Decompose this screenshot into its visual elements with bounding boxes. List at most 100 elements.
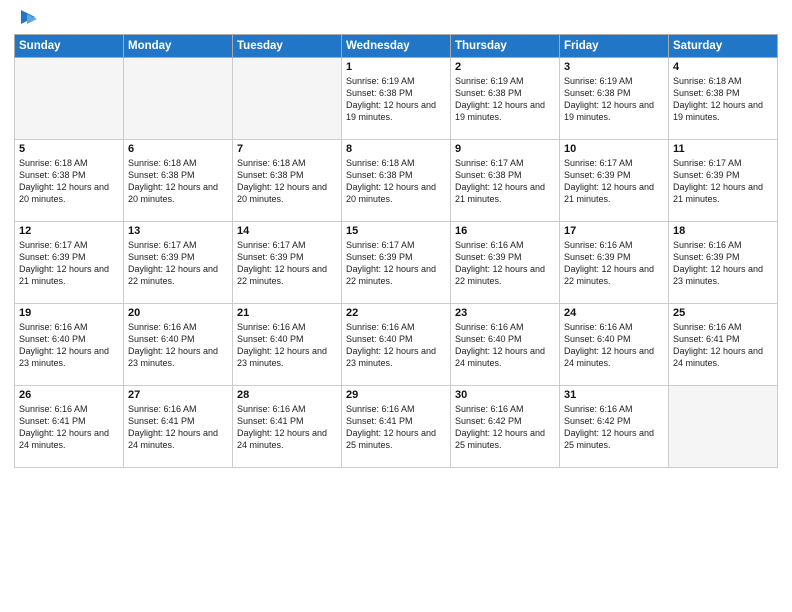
- day-info: Sunrise: 6:16 AM Sunset: 6:41 PM Dayligh…: [346, 403, 446, 452]
- day-cell: 6 Sunrise: 6:18 AM Sunset: 6:38 PM Daylig…: [124, 140, 233, 222]
- day-info: Sunrise: 6:18 AM Sunset: 6:38 PM Dayligh…: [673, 75, 773, 124]
- day-cell: 17 Sunrise: 6:16 AM Sunset: 6:39 PM Dayli…: [560, 222, 669, 304]
- week-row-4: 26 Sunrise: 6:16 AM Sunset: 6:41 PM Dayli…: [15, 386, 778, 468]
- day-info: Sunrise: 6:17 AM Sunset: 6:39 PM Dayligh…: [346, 239, 446, 288]
- day-cell: 26Sunrise: 6:16 AM Sunset: 6:41 PM Dayli…: [15, 386, 124, 468]
- day-info: Sunrise: 6:16 AM Sunset: 6:42 PM Dayligh…: [564, 403, 664, 452]
- week-row-2: 12 Sunrise: 6:17 AM Sunset: 6:39 PM Dayli…: [15, 222, 778, 304]
- day-number: 9: [455, 143, 555, 155]
- day-info: Sunrise: 6:18 AM Sunset: 6:38 PM Dayligh…: [346, 157, 446, 206]
- day-cell: 5 Sunrise: 6:18 AM Sunset: 6:38 PM Daylig…: [15, 140, 124, 222]
- day-cell: 2 Sunrise: 6:19 AM Sunset: 6:38 PM Daylig…: [451, 58, 560, 140]
- day-number: 16: [455, 225, 555, 237]
- day-number: 11: [673, 143, 773, 155]
- day-info: Sunrise: 6:17 AM Sunset: 6:39 PM Dayligh…: [673, 157, 773, 206]
- day-cell: 8 Sunrise: 6:18 AM Sunset: 6:38 PM Daylig…: [342, 140, 451, 222]
- day-info: Sunrise: 6:16 AM Sunset: 6:40 PM Dayligh…: [19, 321, 119, 370]
- day-cell: 10Sunrise: 6:17 AM Sunset: 6:39 PM Dayli…: [560, 140, 669, 222]
- day-cell: 20 Sunrise: 6:16 AM Sunset: 6:40 PM Dayli…: [124, 304, 233, 386]
- day-number: 2: [455, 61, 555, 73]
- day-number: 20: [128, 307, 228, 319]
- day-number: 3: [564, 61, 664, 73]
- day-number: 13: [128, 225, 228, 237]
- day-info: Sunrise: 6:17 AM Sunset: 6:39 PM Dayligh…: [237, 239, 337, 288]
- day-info: Sunrise: 6:18 AM Sunset: 6:38 PM Dayligh…: [128, 157, 228, 206]
- day-info: Sunrise: 6:16 AM Sunset: 6:40 PM Dayligh…: [128, 321, 228, 370]
- day-number: 5: [19, 143, 119, 155]
- day-number: 24: [564, 307, 664, 319]
- logo-icon: [17, 6, 39, 28]
- logo: [14, 10, 39, 28]
- weekday-saturday: Saturday: [669, 35, 778, 58]
- day-cell: 24 Sunrise: 6:16 AM Sunset: 6:40 PM Dayli…: [560, 304, 669, 386]
- day-cell: 19 Sunrise: 6:16 AM Sunset: 6:40 PM Dayli…: [15, 304, 124, 386]
- day-info: Sunrise: 6:17 AM Sunset: 6:38 PM Dayligh…: [455, 157, 555, 206]
- day-number: 26: [19, 389, 119, 401]
- day-info: Sunrise: 6:16 AM Sunset: 6:40 PM Dayligh…: [346, 321, 446, 370]
- day-info: Sunrise: 6:16 AM Sunset: 6:39 PM Dayligh…: [564, 239, 664, 288]
- day-info: Sunrise: 6:16 AM Sunset: 6:40 PM Dayligh…: [455, 321, 555, 370]
- day-cell: 3Sunrise: 6:19 AM Sunset: 6:38 PM Daylig…: [560, 58, 669, 140]
- day-cell: 4 Sunrise: 6:18 AM Sunset: 6:38 PM Daylig…: [669, 58, 778, 140]
- day-number: 25: [673, 307, 773, 319]
- day-number: 30: [455, 389, 555, 401]
- weekday-sunday: Sunday: [15, 35, 124, 58]
- day-number: 17: [564, 225, 664, 237]
- day-info: Sunrise: 6:18 AM Sunset: 6:38 PM Dayligh…: [237, 157, 337, 206]
- day-info: Sunrise: 6:16 AM Sunset: 6:39 PM Dayligh…: [455, 239, 555, 288]
- day-info: Sunrise: 6:16 AM Sunset: 6:41 PM Dayligh…: [128, 403, 228, 452]
- day-cell: 18 Sunrise: 6:16 AM Sunset: 6:39 PM Dayli…: [669, 222, 778, 304]
- day-info: Sunrise: 6:16 AM Sunset: 6:39 PM Dayligh…: [673, 239, 773, 288]
- day-cell: 30Sunrise: 6:16 AM Sunset: 6:42 PM Dayli…: [451, 386, 560, 468]
- day-number: 29: [346, 389, 446, 401]
- day-number: 4: [673, 61, 773, 73]
- weekday-monday: Monday: [124, 35, 233, 58]
- day-number: 21: [237, 307, 337, 319]
- day-cell: [124, 58, 233, 140]
- day-cell: 31 Sunrise: 6:16 AM Sunset: 6:42 PM Dayli…: [560, 386, 669, 468]
- day-cell: [669, 386, 778, 468]
- day-number: 12: [19, 225, 119, 237]
- day-cell: 16 Sunrise: 6:16 AM Sunset: 6:39 PM Dayli…: [451, 222, 560, 304]
- day-number: 7: [237, 143, 337, 155]
- day-cell: 25 Sunrise: 6:16 AM Sunset: 6:41 PM Dayli…: [669, 304, 778, 386]
- day-info: Sunrise: 6:16 AM Sunset: 6:40 PM Dayligh…: [237, 321, 337, 370]
- week-row-0: 1 Sunrise: 6:19 AM Sunset: 6:38 PM Daylig…: [15, 58, 778, 140]
- day-cell: 13 Sunrise: 6:17 AM Sunset: 6:39 PM Dayli…: [124, 222, 233, 304]
- day-number: 8: [346, 143, 446, 155]
- day-cell: [15, 58, 124, 140]
- day-number: 28: [237, 389, 337, 401]
- day-info: Sunrise: 6:18 AM Sunset: 6:38 PM Dayligh…: [19, 157, 119, 206]
- header: [14, 10, 778, 28]
- weekday-tuesday: Tuesday: [233, 35, 342, 58]
- day-cell: 23 Sunrise: 6:16 AM Sunset: 6:40 PM Dayli…: [451, 304, 560, 386]
- day-number: 27: [128, 389, 228, 401]
- day-number: 14: [237, 225, 337, 237]
- weekday-friday: Friday: [560, 35, 669, 58]
- day-number: 19: [19, 307, 119, 319]
- day-number: 23: [455, 307, 555, 319]
- day-info: Sunrise: 6:19 AM Sunset: 6:38 PM Dayligh…: [455, 75, 555, 124]
- day-number: 18: [673, 225, 773, 237]
- day-cell: [233, 58, 342, 140]
- weekday-thursday: Thursday: [451, 35, 560, 58]
- page: SundayMondayTuesdayWednesdayThursdayFrid…: [0, 0, 792, 612]
- day-cell: 7 Sunrise: 6:18 AM Sunset: 6:38 PM Daylig…: [233, 140, 342, 222]
- day-number: 1: [346, 61, 446, 73]
- day-number: 31: [564, 389, 664, 401]
- day-info: Sunrise: 6:16 AM Sunset: 6:41 PM Dayligh…: [237, 403, 337, 452]
- day-cell: 12 Sunrise: 6:17 AM Sunset: 6:39 PM Dayli…: [15, 222, 124, 304]
- day-info: Sunrise: 6:16 AM Sunset: 6:40 PM Dayligh…: [564, 321, 664, 370]
- day-info: Sunrise: 6:16 AM Sunset: 6:41 PM Dayligh…: [673, 321, 773, 370]
- day-info: Sunrise: 6:19 AM Sunset: 6:38 PM Dayligh…: [346, 75, 446, 124]
- day-info: Sunrise: 6:17 AM Sunset: 6:39 PM Dayligh…: [128, 239, 228, 288]
- day-cell: 15Sunrise: 6:17 AM Sunset: 6:39 PM Dayli…: [342, 222, 451, 304]
- weekday-wednesday: Wednesday: [342, 35, 451, 58]
- day-cell: 28 Sunrise: 6:16 AM Sunset: 6:41 PM Dayli…: [233, 386, 342, 468]
- day-number: 6: [128, 143, 228, 155]
- day-cell: 1 Sunrise: 6:19 AM Sunset: 6:38 PM Daylig…: [342, 58, 451, 140]
- week-row-3: 19 Sunrise: 6:16 AM Sunset: 6:40 PM Dayli…: [15, 304, 778, 386]
- day-cell: 21 Sunrise: 6:16 AM Sunset: 6:40 PM Dayli…: [233, 304, 342, 386]
- day-cell: 22Sunrise: 6:16 AM Sunset: 6:40 PM Dayli…: [342, 304, 451, 386]
- day-info: Sunrise: 6:17 AM Sunset: 6:39 PM Dayligh…: [19, 239, 119, 288]
